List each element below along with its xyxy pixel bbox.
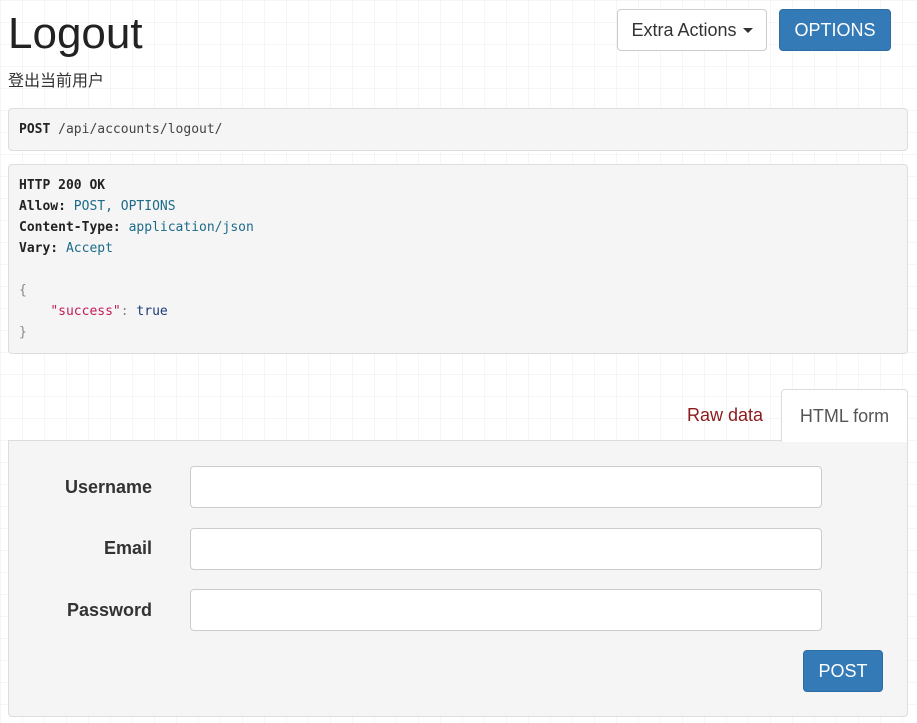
- request-path: /api/accounts/logout/: [58, 122, 223, 137]
- options-label: OPTIONS: [794, 19, 876, 40]
- extra-actions-label: Extra Actions: [631, 19, 737, 40]
- tab-raw-data-label: Raw data: [686, 404, 764, 425]
- caret-down-icon: [742, 27, 753, 33]
- request-info: POST /api/accounts/logout/: [8, 108, 908, 151]
- tab-html-form[interactable]: HTML form: [781, 389, 908, 442]
- username-input[interactable]: [190, 466, 822, 508]
- username-label: Username: [64, 477, 152, 497]
- extra-actions-button[interactable]: Extra Actions: [617, 9, 767, 51]
- email-input[interactable]: [190, 528, 822, 570]
- header-key: Content-Type:: [19, 220, 121, 235]
- json-key: "success": [50, 304, 121, 319]
- password-label: Password: [66, 600, 152, 620]
- options-button[interactable]: OPTIONS: [779, 9, 891, 51]
- header-value: POST, OPTIONS: [73, 199, 176, 214]
- response-status: HTTP 200 OK: [19, 178, 106, 193]
- page-title: Logout: [8, 9, 143, 58]
- json-close-brace: }: [19, 325, 27, 340]
- email-label: Email: [103, 538, 152, 558]
- tab-html-form-label: HTML form: [799, 405, 890, 426]
- response-info: HTTP 200 OK Allow: POST, OPTIONS Content-T…: [8, 164, 908, 354]
- header-value: Accept: [65, 241, 113, 256]
- password-input[interactable]: [190, 589, 822, 631]
- tab-raw-data[interactable]: Raw data: [672, 390, 778, 440]
- header-value: application/json: [128, 220, 254, 235]
- page-description: 登出当前用户: [8, 71, 105, 90]
- request-method: POST: [19, 122, 51, 137]
- header-key: Allow:: [19, 199, 66, 214]
- json-open-brace: {: [19, 283, 27, 298]
- json-value: true: [136, 304, 168, 319]
- post-label: POST: [818, 660, 868, 681]
- html-form-panel: Username Email Password: [8, 440, 908, 717]
- json-colon: :: [120, 304, 137, 319]
- post-button[interactable]: POST: [803, 650, 883, 692]
- header-key: Vary:: [19, 241, 59, 256]
